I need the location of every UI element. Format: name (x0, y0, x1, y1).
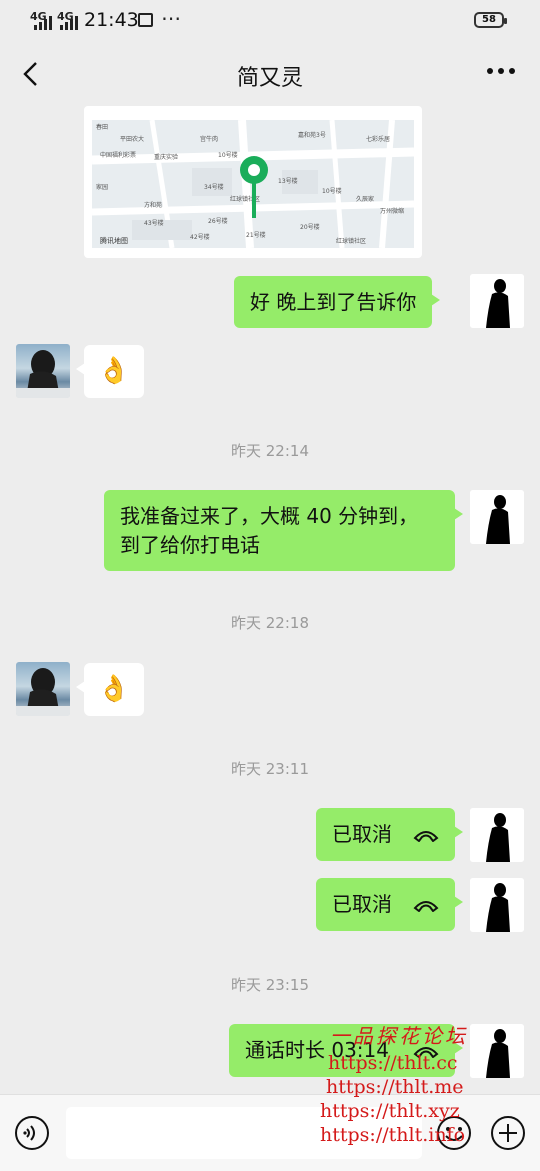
my-message-bubble[interactable]: 我准备过来了，大概 40 分钟到， 到了给你打电话 (104, 490, 463, 571)
map-label: 21号楼 (246, 232, 266, 239)
map-label: 春田 (96, 124, 109, 131)
silhouette-avatar-icon (470, 878, 524, 932)
map-label: 万州微缩 (380, 208, 405, 215)
battery-indicator: 58 (474, 12, 507, 28)
watermark-url: https://thlt.me (326, 1076, 464, 1098)
watermark-url: https://thlt.info (320, 1124, 466, 1146)
map-label: 34号楼 (204, 184, 224, 191)
map-provider-logo: 腾讯地图 (100, 237, 128, 245)
map-label: 重庆实验 (154, 154, 179, 161)
contact-emoji-bubble[interactable]: 👌 (76, 345, 144, 398)
notification-more-icon: ⋯ (161, 6, 182, 30)
my-avatar[interactable] (470, 490, 524, 544)
sim-card-icon (138, 13, 153, 27)
contact-emoji-bubble[interactable]: 👌 (76, 663, 144, 716)
map-label: 嘉和苑3号 (298, 132, 326, 139)
timestamp: 昨天 23:15 (231, 976, 309, 994)
watermark-url: https://thlt.cc (328, 1052, 458, 1074)
my-avatar[interactable] (470, 808, 524, 862)
timestamp: 昨天 23:11 (231, 760, 309, 778)
my-avatar[interactable] (470, 878, 524, 932)
add-attachment-icon[interactable] (490, 1115, 526, 1151)
my-avatar[interactable] (470, 1024, 524, 1078)
map-label: 中国福利彩票 (100, 152, 137, 159)
map-label: 10号楼 (322, 188, 342, 195)
timestamp: 昨天 22:18 (231, 614, 309, 632)
map-view: 春田 平田农大 宫牛肉 嘉和苑3号 七彩乐居 中国福利彩票 重庆实验 10号楼 … (92, 120, 414, 248)
map-label: 方和苑 (144, 202, 163, 209)
chat-header: 简又灵 (0, 42, 540, 108)
message-text: 已取消 (332, 822, 392, 846)
map-label: 10号楼 (218, 152, 238, 159)
watermark-url: https://thlt.xyz (320, 1100, 460, 1122)
ok-hand-emoji: 👌 (97, 356, 131, 386)
message-text-line: 我准备过来了，大概 40 分钟到， (120, 504, 419, 528)
message-text: 好 晚上到了告诉你 (250, 290, 417, 314)
watermark-title: 一品探花论坛 (330, 1024, 468, 1048)
my-message-bubble[interactable]: 好 晚上到了告诉你 (234, 276, 441, 328)
voice-input-icon[interactable] (14, 1115, 50, 1151)
chat-title: 简又灵 (236, 66, 303, 91)
map-label: 43号楼 (144, 220, 164, 227)
hangup-phone-icon (413, 901, 439, 912)
silhouette-avatar-icon (470, 1024, 524, 1078)
message-text: 已取消 (332, 892, 392, 916)
message-text-line: 到了给你打电话 (120, 533, 260, 557)
ok-hand-emoji: 👌 (97, 674, 131, 704)
map-label: 宫牛肉 (200, 136, 219, 143)
status-bar: 4G 4G 21:43 ⋯ 58 (0, 0, 540, 42)
silhouette-avatar-icon (470, 274, 524, 328)
more-options-icon[interactable] (486, 50, 516, 83)
map-label: 26号楼 (208, 218, 228, 225)
location-pin-icon (240, 156, 268, 218)
timestamp: 昨天 22:14 (231, 442, 309, 460)
map-label: 42号楼 (190, 234, 210, 241)
map-label: 七彩乐居 (366, 136, 391, 143)
location-map-message[interactable]: 春田 平田农大 宫牛肉 嘉和苑3号 七彩乐居 中国福利彩票 重庆实验 10号楼 … (84, 106, 422, 258)
map-label: 红球镇社区 (336, 238, 367, 245)
cancelled-call-bubble[interactable]: 已取消 (316, 808, 463, 861)
contact-avatar[interactable] (16, 662, 70, 716)
contact-photo (16, 668, 70, 716)
silhouette-avatar-icon (470, 808, 524, 862)
contact-avatar[interactable] (16, 344, 70, 398)
map-label: 久辰家 (356, 196, 375, 203)
silhouette-avatar-icon (470, 490, 524, 544)
hangup-phone-icon (413, 831, 439, 842)
contact-photo (16, 350, 70, 398)
signal-bars-icon (34, 16, 52, 30)
map-label: 平田农大 (120, 136, 145, 143)
clock: 21:43 (84, 9, 139, 31)
map-label: 家园 (96, 184, 109, 191)
map-label: 20号楼 (300, 224, 320, 231)
signal-bars-icon (60, 16, 78, 30)
map-label: 13号楼 (278, 178, 298, 185)
cancelled-call-bubble[interactable]: 已取消 (316, 878, 463, 931)
my-avatar[interactable] (470, 274, 524, 328)
